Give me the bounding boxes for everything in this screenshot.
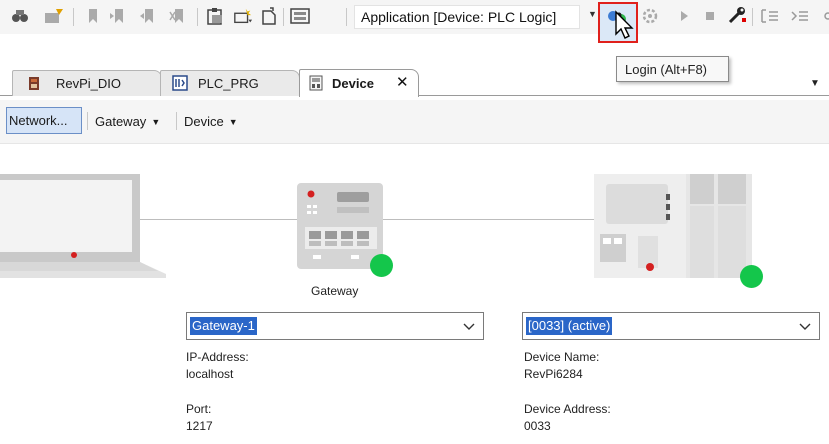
tab-device-label[interactable]: Device: [308, 71, 374, 96]
bookmark-prev-icon[interactable]: [138, 6, 158, 26]
gateway-select[interactable]: Gateway-1: [186, 312, 484, 340]
logout-icon[interactable]: [640, 6, 660, 26]
application-selector-arrow-icon[interactable]: ▼: [588, 9, 597, 19]
bookmark-icon[interactable]: [83, 6, 103, 26]
gateway-status-dot: [370, 254, 393, 277]
close-tab-icon[interactable]: ✕: [396, 73, 409, 91]
application-selector[interactable]: Application [Device: PLC Logic]: [354, 5, 580, 29]
ip-address-value: localhost: [186, 367, 234, 381]
tab-overflow-icon[interactable]: ▼: [810, 78, 820, 89]
device-name-value: RevPi6284: [524, 367, 583, 381]
device-caret-icon: ▼: [228, 117, 238, 127]
program-tab-icon: [172, 75, 188, 91]
bookmark-clear-icon[interactable]: [168, 6, 188, 26]
chevron-down-icon: [799, 323, 811, 330]
login-tooltip: Login (Alt+F8): [616, 56, 729, 82]
device-add-icon[interactable]: [233, 6, 253, 26]
port-label: Port:: [186, 402, 212, 416]
step-icon[interactable]: [760, 6, 780, 26]
gateway-caret-icon: ▼: [151, 117, 161, 127]
bookmark-next-icon[interactable]: [108, 6, 128, 26]
tab-plc-prg-label[interactable]: PLC_PRG: [172, 71, 259, 96]
device-status-dot: [740, 265, 763, 288]
build-icon[interactable]: [727, 6, 747, 26]
find-icon[interactable]: [10, 6, 30, 26]
more-icon[interactable]: [818, 6, 829, 26]
library-icon[interactable]: [290, 6, 310, 26]
subtoolbar-separator: [87, 112, 88, 130]
toolbar-separator: [752, 8, 753, 26]
device-address-label: Device Address:: [524, 402, 611, 416]
gateway-device-icon[interactable]: [297, 183, 383, 269]
plc-device-icon[interactable]: [594, 174, 752, 278]
device-name-label: Device Name:: [524, 350, 600, 364]
gateway-select-value: Gateway-1: [190, 317, 257, 335]
scan-network-button[interactable]: Network...: [6, 107, 82, 134]
chevron-down-icon: [463, 323, 475, 330]
step-over-icon[interactable]: [790, 6, 810, 26]
laptop-icon: [0, 174, 166, 278]
stop-icon[interactable]: [700, 6, 720, 26]
toolbar-separator: [346, 8, 347, 26]
clipboard-icon[interactable]: [205, 6, 225, 26]
gateway-name-label: Gateway: [311, 284, 359, 298]
port-value: 1217: [186, 419, 213, 433]
export-icon[interactable]: [259, 6, 279, 26]
ip-address-label: IP-Address:: [186, 350, 249, 364]
device-address-value: 0033: [524, 419, 551, 433]
device-dropdown[interactable]: Device ▼: [184, 114, 238, 129]
toolbar-separator: [283, 8, 284, 26]
toolbar-separator: [73, 8, 74, 26]
device-tab-icon: [29, 77, 39, 90]
device-editor-icon: [309, 75, 323, 91]
device-select[interactable]: [0033] (active): [522, 312, 820, 340]
mouse-cursor-icon: [615, 10, 634, 39]
device-select-value: [0033] (active): [526, 317, 613, 335]
tab-revpi-dio-label[interactable]: RevPi_DIO: [26, 71, 121, 96]
find-replace-icon[interactable]: [44, 6, 64, 26]
run-icon[interactable]: [674, 6, 694, 26]
toolbar-separator: [197, 8, 198, 26]
gateway-dropdown[interactable]: Gateway ▼: [95, 114, 160, 129]
subtoolbar-separator: [176, 112, 177, 130]
